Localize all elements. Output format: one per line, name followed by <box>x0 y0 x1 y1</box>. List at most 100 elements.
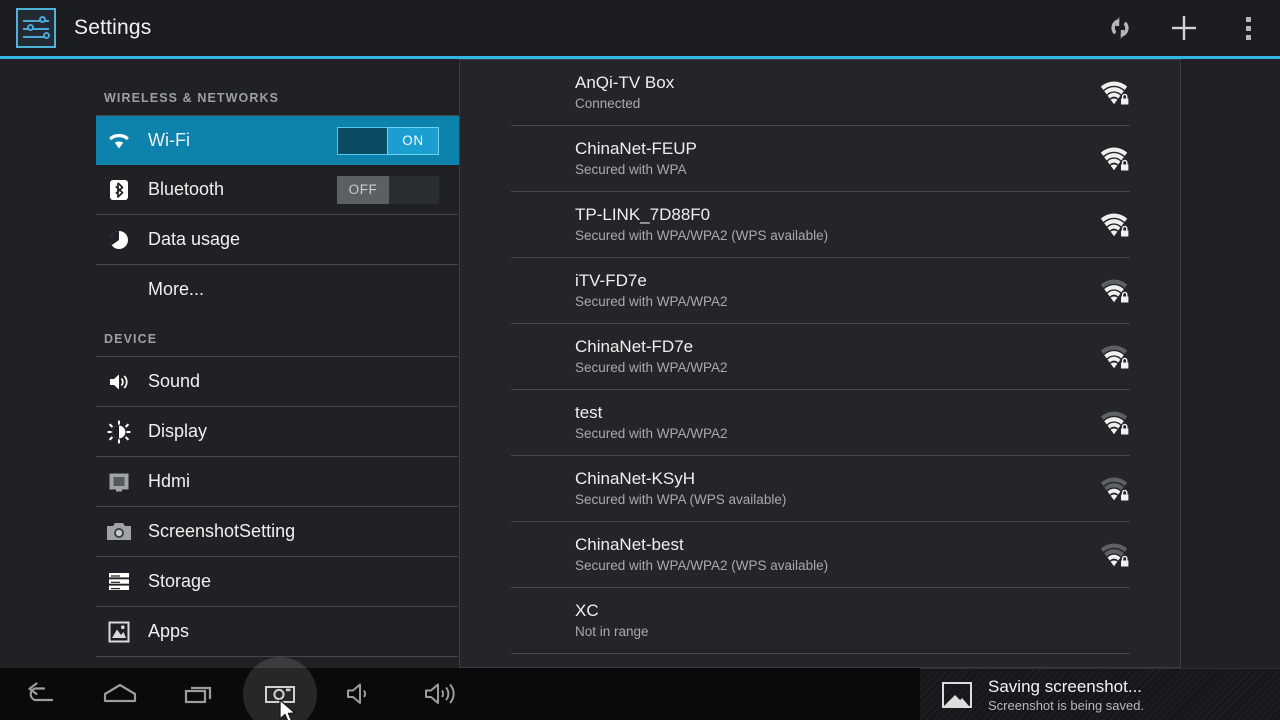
wifi-network-row[interactable]: test Secured with WPA/WPA2 <box>460 390 1180 455</box>
sidebar-item-hdmi[interactable]: Hdmi <box>96 457 459 506</box>
wifi-ssid: AnQi-TV Box <box>575 73 675 92</box>
wifi-row-texts: iTV-FD7e Secured with WPA/WPA2 <box>575 270 1100 311</box>
wifi-status: Not in range <box>575 624 649 639</box>
wifi-status: Secured with WPA (WPS available) <box>575 492 787 507</box>
sidebar-item-label: Data usage <box>148 229 241 249</box>
sidebar-item-wifi[interactable]: Wi-Fi ON <box>96 116 459 165</box>
sidebar-item-label: More... <box>148 279 205 299</box>
action-bar: Settings <box>0 0 1280 56</box>
mouse-cursor <box>279 699 299 720</box>
wifi-network-row[interactable]: ChinaNet-FD7e Secured with WPA/WPA2 <box>460 324 1180 389</box>
wifi-status: Secured with WPA/WPA2 (WPS available) <box>575 228 829 243</box>
sidebar-item-label: Display <box>148 421 208 441</box>
wifi-signal-none-icon <box>1100 608 1130 634</box>
wifi-row-texts: test Secured with WPA/WPA2 <box>575 402 1100 443</box>
toggle-thumb: OFF <box>337 175 389 204</box>
wifi-row-texts: AnQi-TV Box Connected <box>575 72 1100 113</box>
settings-sidebar: WIRELESS & NETWORKS Wi-Fi ON Bluetooth O… <box>0 59 459 668</box>
sidebar-item-label: ScreenshotSetting <box>148 521 296 541</box>
wifi-ssid: XC <box>575 601 599 620</box>
sidebar-item-label: Bluetooth <box>148 179 225 199</box>
display-brightness-icon <box>104 418 134 446</box>
wifi-ssid: test <box>575 403 603 422</box>
back-icon[interactable] <box>0 668 80 720</box>
overflow-dot <box>1245 34 1251 40</box>
home-icon[interactable] <box>80 668 160 720</box>
wifi-status: Secured with WPA/WPA2 (WPS available) <box>575 558 829 573</box>
android-settings-screen: Settings WIRELESS & NETWORKS Wi-Fi ON Bl… <box>0 0 1280 720</box>
wifi-icon <box>104 127 134 155</box>
wifi-signal-icon <box>1100 80 1130 106</box>
sidebar-item-storage[interactable]: Storage <box>96 557 459 606</box>
wifi-signal-icon <box>1100 212 1130 238</box>
wifi-signal-icon <box>1100 476 1130 502</box>
wifi-network-row[interactable]: AnQi-TV Box Connected <box>460 60 1180 125</box>
add-network-icon[interactable] <box>1152 0 1216 56</box>
wifi-network-row[interactable]: iTV-FD7e Secured with WPA/WPA2 <box>460 258 1180 323</box>
scan-refresh-icon[interactable] <box>1088 0 1152 56</box>
section-header-device: DEVICE <box>104 332 158 346</box>
wifi-toggle[interactable]: ON <box>337 126 439 155</box>
settings-sliders-icon <box>16 8 56 48</box>
storage-icon <box>104 568 134 596</box>
hdmi-screen-icon <box>104 468 134 496</box>
wifi-ssid: ChinaNet-KSyH <box>575 469 695 488</box>
wifi-row-texts: ChinaNet-FEUP Secured with WPA <box>575 138 1100 179</box>
toggle-thumb: ON <box>387 126 439 155</box>
wifi-signal-icon <box>1100 542 1130 568</box>
sidebar-item-screenshotsetting[interactable]: ScreenshotSetting <box>96 507 459 556</box>
sidebar-item-label: Hdmi <box>148 471 191 491</box>
volume-down-icon[interactable] <box>320 668 400 720</box>
wifi-network-row[interactable]: ChinaNet-KSyH Secured with WPA (WPS avail… <box>460 456 1180 521</box>
wifi-row-texts: ChinaNet-FD7e Secured with WPA/WPA2 <box>575 336 1100 377</box>
wifi-network-list: AnQi-TV Box Connected ChinaNet-FEUP Secured… <box>460 60 1180 654</box>
overflow-menu-icon[interactable] <box>1216 0 1280 56</box>
wifi-status: Secured with WPA/WPA2 <box>575 294 728 309</box>
section-header-personal: PERSONAL <box>0 657 459 668</box>
wifi-signal-icon <box>1100 146 1130 172</box>
wifi-networks-panel: AnQi-TV Box Connected ChinaNet-FEUP Secured… <box>459 59 1181 668</box>
sidebar-item-label: Sound <box>148 371 201 391</box>
sound-icon <box>104 368 134 396</box>
wifi-row-texts: ChinaNet-KSyH Secured with WPA (WPS avail… <box>575 468 1100 509</box>
system-navigation-bar: Saving screenshot... Screenshot is being… <box>0 668 1280 720</box>
toast-texts: Saving screenshot... Screenshot is being… <box>988 676 1144 714</box>
recents-icon[interactable] <box>160 668 240 720</box>
sidebar-item-display[interactable]: Display <box>96 407 459 456</box>
wifi-network-row[interactable]: ChinaNet-best Secured with WPA/WPA2 (WPS … <box>460 522 1180 587</box>
camera-icon <box>104 518 134 546</box>
toast-title: Saving screenshot... <box>988 676 1143 696</box>
sidebar-item-label: Apps <box>148 621 190 641</box>
section-header-wireless: WIRELESS & NETWORKS <box>104 91 280 105</box>
wifi-ssid: iTV-FD7e <box>575 271 647 290</box>
wifi-ssid: TP-LINK_7D88F0 <box>575 205 711 224</box>
data-usage-icon <box>104 226 134 254</box>
sidebar-item-apps[interactable]: Apps <box>96 607 459 656</box>
sidebar-item-sound[interactable]: Sound <box>96 357 459 406</box>
sidebar-item-data-usage[interactable]: Data usage <box>96 215 459 264</box>
sidebar-item-bluetooth[interactable]: Bluetooth OFF <box>96 165 459 214</box>
wifi-status: Secured with WPA/WPA2 <box>575 426 728 441</box>
bluetooth-icon <box>104 176 134 204</box>
wifi-ssid: ChinaNet-FEUP <box>575 139 697 158</box>
wifi-network-row[interactable]: ChinaNet-FEUP Secured with WPA <box>460 126 1180 191</box>
apps-image-icon <box>104 618 134 646</box>
volume-up-icon[interactable] <box>400 668 480 720</box>
wifi-network-row[interactable]: XC Not in range <box>460 588 1180 653</box>
screenshot-toast[interactable]: Saving screenshot... Screenshot is being… <box>920 668 1280 720</box>
bluetooth-toggle[interactable]: OFF <box>337 175 439 204</box>
wifi-status: Secured with WPA <box>575 162 687 177</box>
wifi-status: Connected <box>575 96 641 111</box>
toast-subtitle: Screenshot is being saved. <box>988 697 1145 713</box>
image-icon <box>942 681 972 708</box>
wifi-signal-icon <box>1100 344 1130 370</box>
page-title: Settings <box>74 16 152 39</box>
divider <box>511 653 1130 654</box>
wifi-row-texts: TP-LINK_7D88F0 Secured with WPA/WPA2 (WPS… <box>575 204 1100 245</box>
wifi-ssid: ChinaNet-FD7e <box>575 337 694 356</box>
sidebar-item-more[interactable]: More... <box>96 265 459 314</box>
sidebar-item-label: Storage <box>148 571 212 591</box>
wifi-network-row[interactable]: TP-LINK_7D88F0 Secured with WPA/WPA2 (WPS… <box>460 192 1180 257</box>
nav-buttons <box>0 668 480 720</box>
sidebar-item-label: Wi-Fi <box>148 130 190 150</box>
